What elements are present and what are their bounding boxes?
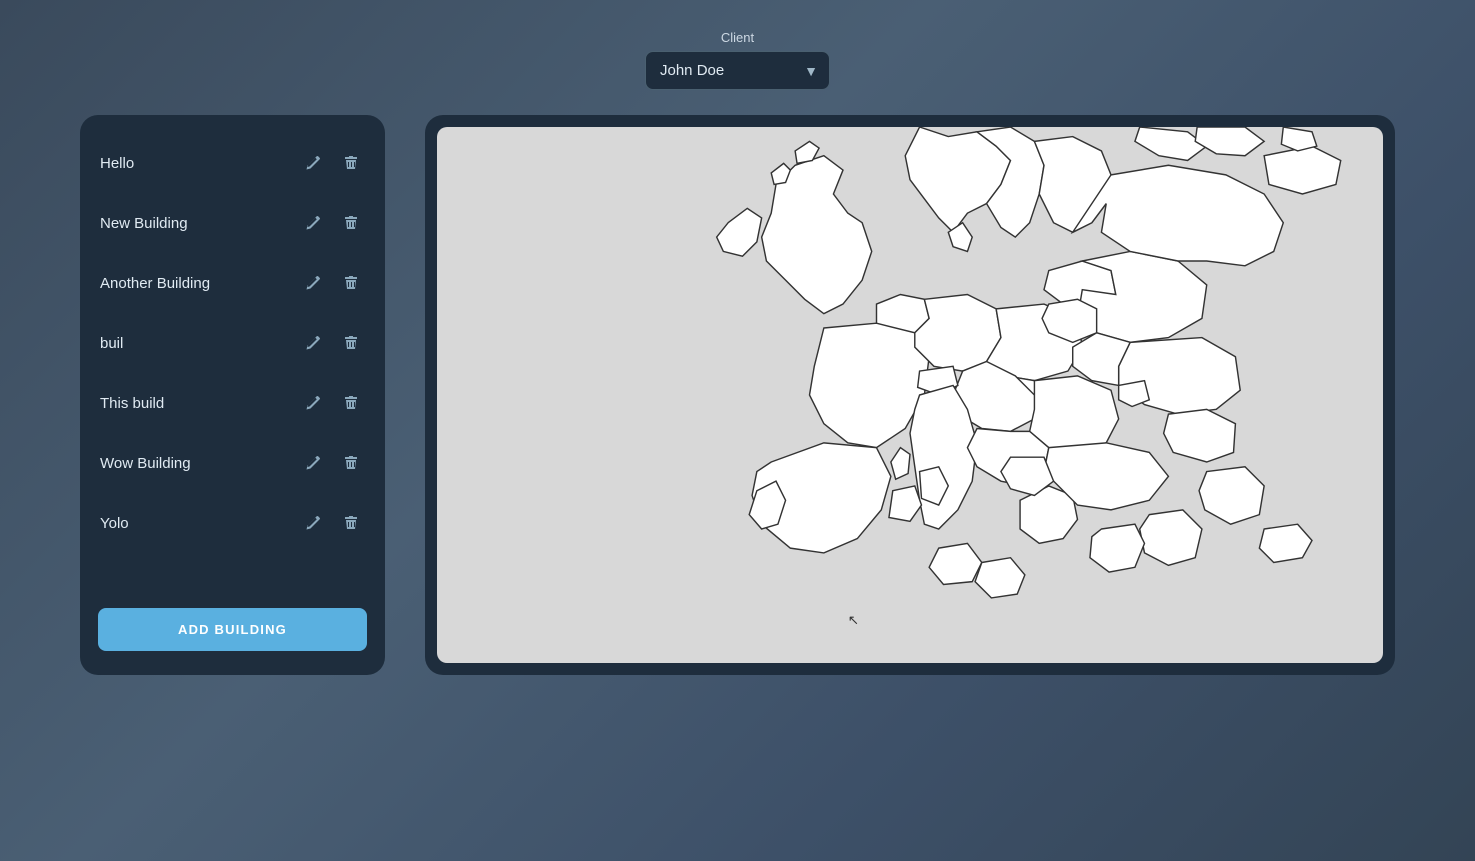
svg-text:↖: ↖ [848,613,859,628]
delete-building-button[interactable] [337,149,365,177]
building-item-name: New Building [100,215,299,232]
edit-building-button[interactable] [299,149,327,177]
client-select[interactable]: John DoeJane SmithBob Johnson [645,51,830,90]
building-item[interactable]: New Building [80,193,385,253]
delete-building-button[interactable] [337,329,365,357]
building-item-name: Hello [100,155,299,172]
building-item-actions [299,449,365,477]
building-item-name: Wow Building [100,455,299,472]
pencil-icon [305,155,321,171]
building-item[interactable]: Yolo [80,493,385,553]
client-area: Client John DoeJane SmithBob Johnson ▼ [645,30,830,90]
delete-building-button[interactable] [337,389,365,417]
pencil-icon [305,335,321,351]
pencil-icon [305,455,321,471]
building-item-name: Yolo [100,515,299,532]
europe-map: ↖ [437,127,1383,663]
building-item[interactable]: Hello [80,133,385,193]
edit-building-button[interactable] [299,509,327,537]
edit-building-button[interactable] [299,389,327,417]
client-label: Client [721,30,754,45]
add-building-button[interactable]: ADD BUILDING [98,608,367,651]
delete-building-button[interactable] [337,509,365,537]
building-item-actions [299,269,365,297]
map-panel: ↖ [425,115,1395,675]
client-select-wrapper: John DoeJane SmithBob Johnson ▼ [645,51,830,90]
trash-icon [343,275,359,291]
building-item[interactable]: Another Building [80,253,385,313]
main-content: Hello New Building Another Building buil Thi… [0,115,1475,675]
delete-building-button[interactable] [337,449,365,477]
building-item-actions [299,389,365,417]
building-item[interactable]: buil [80,313,385,373]
edit-building-button[interactable] [299,329,327,357]
building-item[interactable]: This build [80,373,385,433]
edit-building-button[interactable] [299,269,327,297]
trash-icon [343,515,359,531]
edit-building-button[interactable] [299,449,327,477]
map-container: ↖ [437,127,1383,663]
building-item-actions [299,509,365,537]
building-list: Hello New Building Another Building buil Thi… [80,125,385,561]
trash-icon [343,395,359,411]
pencil-icon [305,215,321,231]
pencil-icon [305,515,321,531]
trash-icon [343,335,359,351]
building-item[interactable]: Wow Building [80,433,385,493]
pencil-icon [305,395,321,411]
edit-building-button[interactable] [299,209,327,237]
pencil-icon [305,275,321,291]
building-item-actions [299,329,365,357]
building-item-actions [299,149,365,177]
delete-building-button[interactable] [337,209,365,237]
trash-icon [343,455,359,471]
building-item-actions [299,209,365,237]
building-item-name: This build [100,395,299,412]
delete-building-button[interactable] [337,269,365,297]
trash-icon [343,155,359,171]
building-item-name: buil [100,335,299,352]
building-panel: Hello New Building Another Building buil Thi… [80,115,385,675]
building-item-name: Another Building [100,275,299,292]
trash-icon [343,215,359,231]
